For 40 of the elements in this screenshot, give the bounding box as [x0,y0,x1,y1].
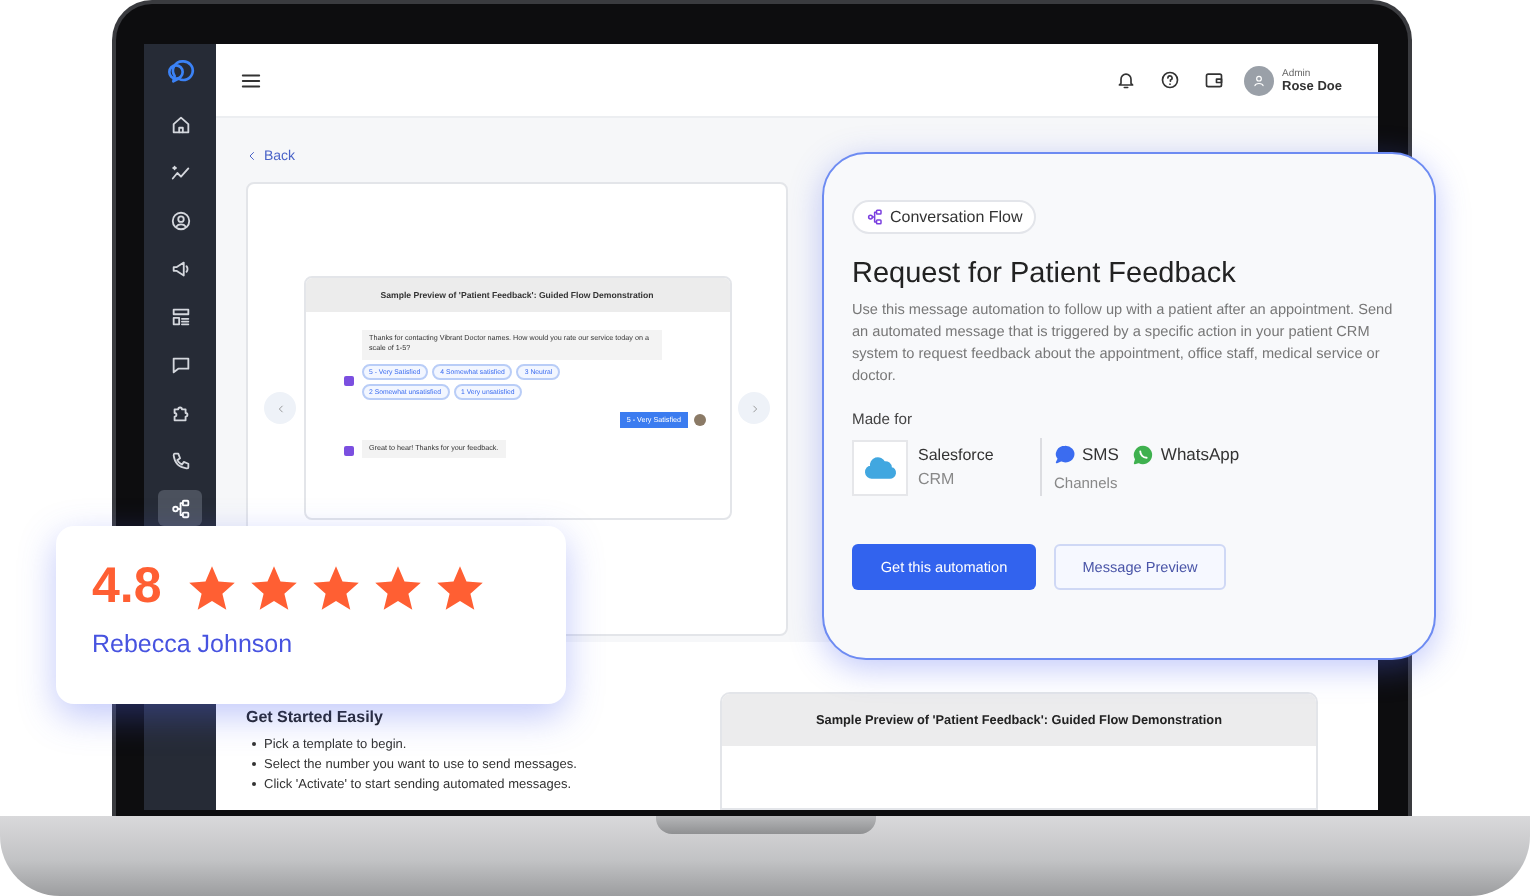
user-circle-icon [169,209,191,231]
help-icon[interactable] [1160,70,1180,90]
channel-name: SMS [1082,444,1119,464]
wallet-icon[interactable] [1204,70,1224,90]
bell-icon[interactable] [1116,70,1136,90]
crm-name: Salesforce [918,446,996,464]
flow-icon [866,208,884,226]
phone-icon [169,449,191,471]
chat-icon [169,353,191,375]
user-icon [1252,73,1266,87]
automation-title: Request for Patient Feedback [852,258,1238,290]
bot-icon [343,375,353,386]
crm-type: CRM [918,470,957,488]
chevron-right-icon [749,403,759,413]
list-icon [169,305,191,327]
user-avatar [693,413,705,426]
section-title: Get Started Easily [246,708,385,726]
rating-value: 4.8 [92,558,162,616]
chat-logo-icon [164,56,196,88]
flow-icon [169,497,191,519]
whatsapp-icon [1132,443,1155,465]
star-icon [371,561,424,613]
reviewer-name: Rebecca Johnson [92,630,295,658]
home-icon [169,113,191,135]
avatar[interactable] [1244,65,1274,95]
puzzle-icon [169,401,191,423]
star-icon [185,561,238,613]
star-icon [309,561,362,613]
category-tag-text: Conversation Flow [890,208,1023,226]
bot-icon [343,445,353,456]
chevron-left-icon [246,150,258,162]
sms-bubble-icon [1054,443,1076,465]
chevron-left-icon [275,403,285,413]
channel-name: WhatsApp [1160,444,1240,464]
sparkle-chart-icon [169,161,191,183]
sidebar-item[interactable] [158,490,202,526]
star-icon [433,561,486,613]
menu-icon[interactable] [240,69,262,91]
megaphone-icon [169,257,191,279]
star-icon [247,561,300,613]
